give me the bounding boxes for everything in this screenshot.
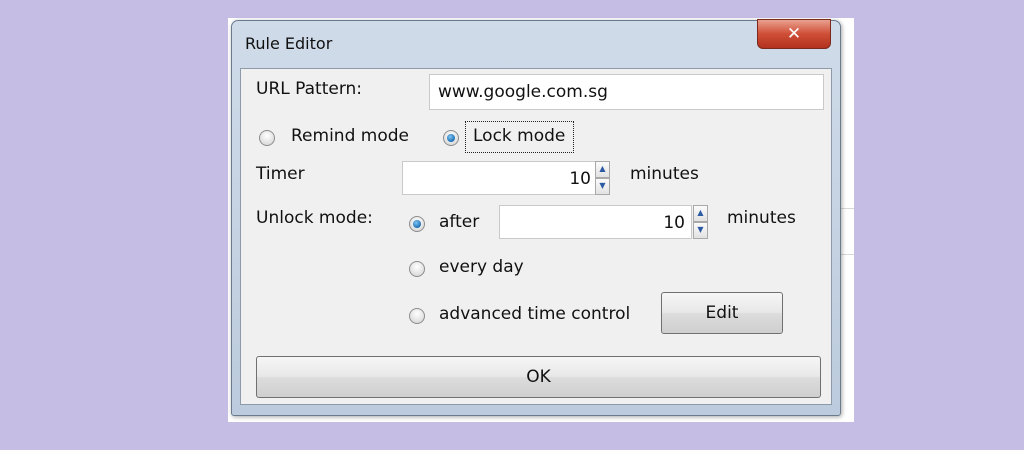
spin-up-icon[interactable]: ▲ — [693, 205, 708, 222]
unlock-after-spinner[interactable]: ▲ ▼ — [693, 205, 708, 239]
timer-label: Timer — [256, 164, 305, 184]
unlock-every-day-label[interactable]: every day — [439, 257, 524, 277]
unlock-after-unit-label: minutes — [727, 208, 796, 228]
dialog-title: Rule Editor — [245, 34, 333, 53]
edit-button[interactable]: Edit — [661, 292, 783, 334]
lock-mode-radio[interactable] — [443, 130, 459, 146]
timer-spinner[interactable]: ▲ ▼ — [595, 161, 610, 195]
ok-button[interactable]: OK — [256, 356, 821, 398]
timer-input[interactable]: 10 — [402, 161, 598, 195]
spin-down-icon[interactable]: ▼ — [693, 222, 708, 239]
remind-mode-label[interactable]: Remind mode — [291, 126, 409, 146]
url-pattern-input[interactable]: www.google.com.sg — [429, 74, 824, 110]
close-button[interactable]: ✕ — [757, 19, 831, 49]
unlock-advanced-radio[interactable] — [409, 308, 425, 324]
unlock-after-radio[interactable] — [409, 216, 425, 232]
timer-unit-label: minutes — [630, 164, 699, 184]
lock-mode-label[interactable]: Lock mode — [473, 126, 565, 146]
unlock-after-input[interactable]: 10 — [499, 205, 692, 239]
close-icon: ✕ — [786, 24, 802, 44]
unlock-advanced-label[interactable]: advanced time control — [439, 304, 630, 324]
unlock-after-value: 10 — [663, 213, 685, 233]
unlock-mode-label: Unlock mode: — [256, 208, 373, 228]
remind-mode-radio[interactable] — [259, 130, 275, 146]
unlock-after-label[interactable]: after — [439, 212, 479, 232]
url-pattern-value: www.google.com.sg — [438, 82, 608, 102]
dialog-body: URL Pattern: www.google.com.sg Remind mo… — [240, 68, 832, 405]
timer-value: 10 — [569, 169, 591, 189]
spin-up-icon[interactable]: ▲ — [595, 161, 610, 178]
rule-editor-dialog: Rule Editor ✕ URL Pattern: www.google.co… — [231, 19, 841, 416]
url-pattern-label: URL Pattern: — [256, 79, 363, 99]
unlock-every-day-radio[interactable] — [409, 261, 425, 277]
spin-down-icon[interactable]: ▼ — [595, 178, 610, 195]
